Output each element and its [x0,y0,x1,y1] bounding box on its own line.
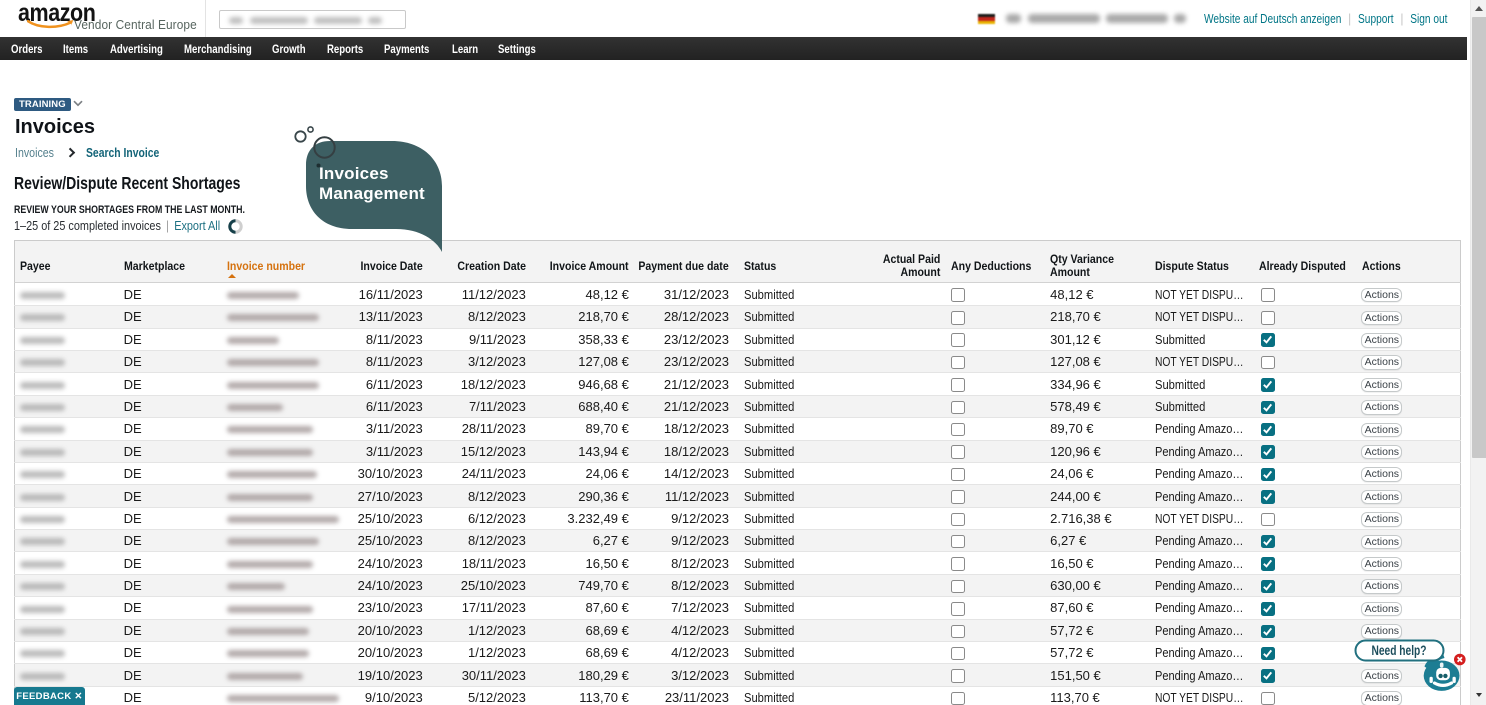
svg-text:Need help?: Need help? [1372,643,1427,658]
